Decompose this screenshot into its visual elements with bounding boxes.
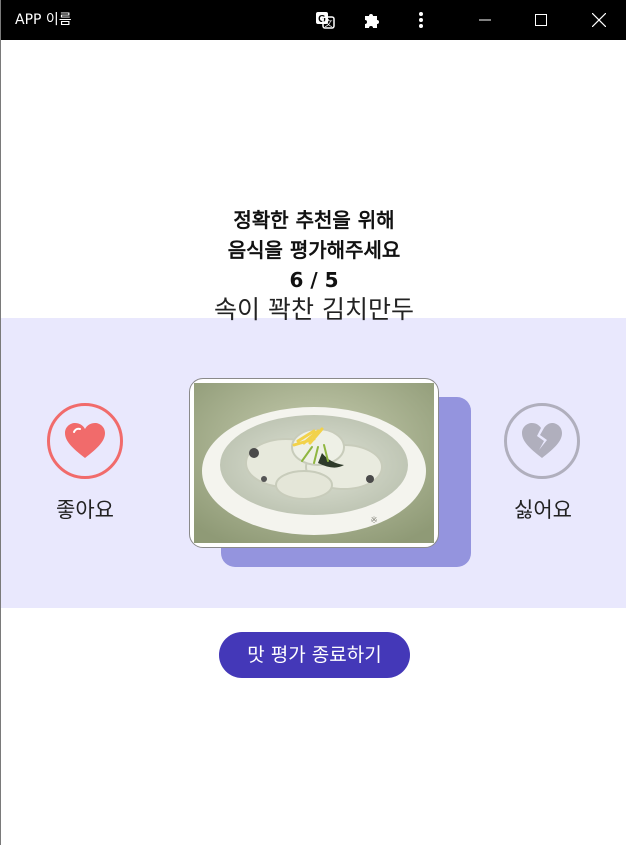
dumpling-soup-photo: ※ [194, 383, 434, 543]
dislike-label: 싫어요 [514, 498, 572, 522]
app-window: APP 이름 G 文 정확한 추천을 위해 음식을 평가해주세요 6 / 5 속… [0, 0, 626, 845]
food-name: 속이 꽉찬 김치만두 [214, 295, 414, 324]
dislike-button[interactable] [504, 403, 580, 479]
broken-heart-icon [522, 423, 562, 458]
finish-rating-button[interactable]: 맛 평가 종료하기 [219, 632, 410, 678]
instruction-line-2: 음식을 평가해주세요 [227, 238, 401, 262]
minimize-icon[interactable] [467, 0, 503, 40]
like-button[interactable] [47, 403, 123, 479]
instruction-line-1: 정확한 추천을 위해 [233, 208, 395, 232]
heart-icon [65, 423, 105, 458]
maximize-icon[interactable] [523, 0, 559, 40]
puzzle-extension-icon[interactable] [358, 0, 386, 40]
window-title: APP 이름 [15, 12, 72, 28]
close-icon[interactable] [581, 0, 617, 40]
title-bar: APP 이름 G 文 [1, 0, 626, 40]
svg-text:※: ※ [370, 515, 378, 525]
food-card[interactable]: ※ [189, 378, 439, 548]
translate-icon[interactable]: G 文 [311, 0, 339, 40]
more-vertical-icon[interactable] [407, 0, 435, 40]
progress-counter: 6 / 5 [289, 268, 339, 292]
svg-text:文: 文 [325, 18, 333, 28]
like-label: 좋아요 [56, 498, 114, 522]
